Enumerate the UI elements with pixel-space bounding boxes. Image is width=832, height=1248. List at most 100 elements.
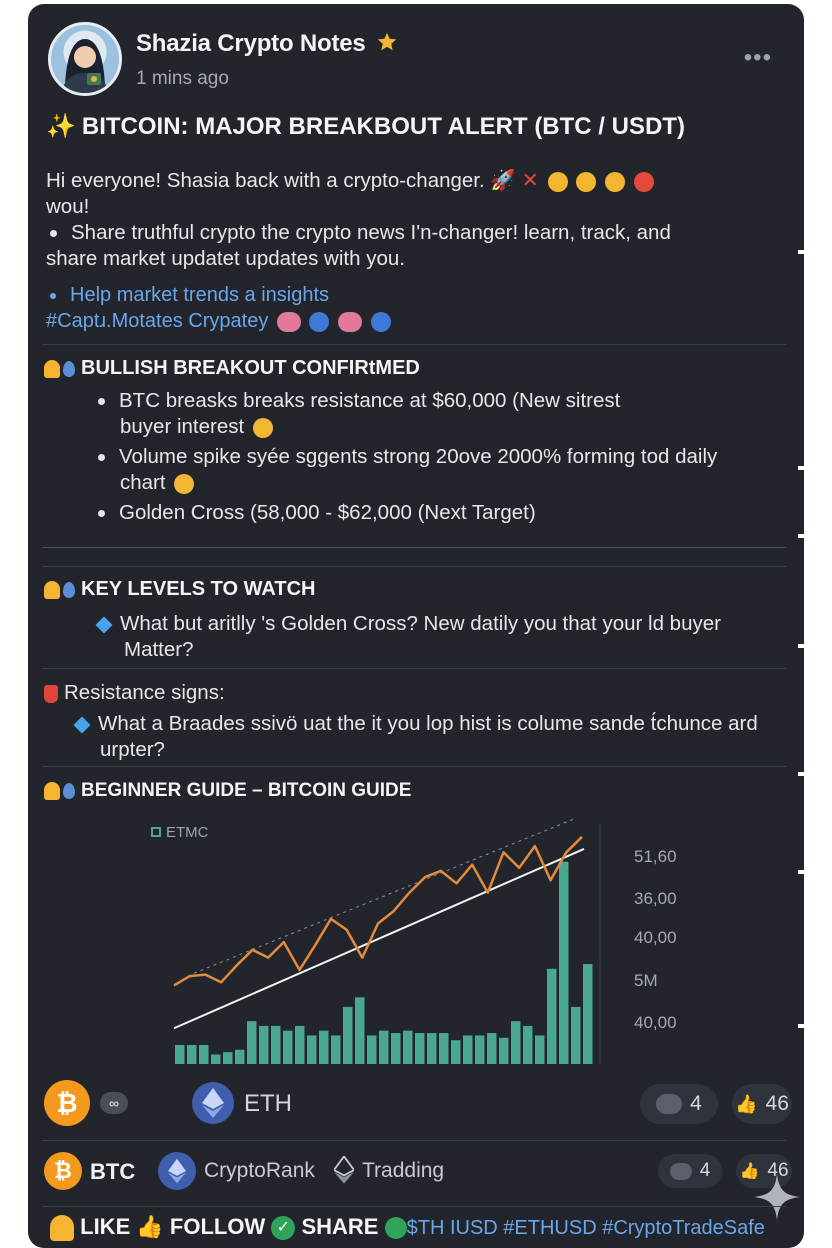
question-text: Matter?	[124, 638, 194, 661]
volume-bar	[355, 997, 365, 1064]
like-action[interactable]: LIKE	[80, 1214, 130, 1239]
list-item: BTC breasks breaks resistance at $60,000…	[98, 388, 778, 414]
guide-heading: BEGINNER GUIDE – BITCOIN GUIDE	[44, 780, 411, 802]
volume-bar	[511, 1021, 521, 1064]
trading-label[interactable]: Tradding	[362, 1159, 444, 1183]
edge-mark	[798, 466, 806, 470]
volume-bar	[199, 1044, 209, 1064]
volume-bar	[463, 1035, 473, 1064]
volume-bar	[583, 964, 593, 1064]
more-options-icon[interactable]: •••	[744, 44, 772, 72]
price-chart: ETMC 51,60 36,00 40,00 5M 40,00	[151, 818, 677, 1064]
comment-button[interactable]: 4	[658, 1154, 722, 1188]
bitcoin-icon[interactable]: ₿	[44, 1152, 82, 1190]
drop-icon	[63, 782, 75, 799]
comment-icon	[669, 1162, 692, 1180]
post-timestamp: 1 mins ago	[136, 68, 229, 89]
question-text: What but aritlly 's Golden Cross? New da…	[120, 612, 721, 635]
cryptorank-label[interactable]: CryptoRank	[204, 1159, 315, 1183]
divider	[42, 1206, 786, 1207]
author-avatar[interactable]	[48, 22, 122, 96]
divider	[42, 668, 786, 669]
bell-icon	[44, 781, 60, 800]
author-name[interactable]: Shazia Crypto Notes	[136, 30, 398, 58]
edge-mark	[798, 534, 806, 538]
volume-bar	[439, 1033, 449, 1064]
check-icon: ✓	[271, 1216, 296, 1241]
ethereum-icon[interactable]	[158, 1152, 196, 1190]
intro-line-1: Hi everyone! Shasia back with a crypto-c…	[46, 168, 786, 194]
author-name-text[interactable]: Shazia Crypto Notes	[136, 30, 366, 57]
list-item-text: buyer interest	[120, 415, 245, 438]
volume-bar	[175, 1044, 185, 1064]
intro-line-3-text: Share truthful crypto the crypto news I'…	[71, 221, 671, 244]
volume-bar	[211, 1054, 221, 1064]
intro-line-3: Share truthful crypto the crypto news I'…	[46, 220, 786, 246]
ethereum-icon[interactable]	[192, 1082, 234, 1124]
key-levels-heading: KEY LEVELS TO WATCH	[44, 578, 315, 601]
resistance-heading-text: Resistance signs:	[64, 681, 225, 704]
rocket-icon: 🚀	[490, 169, 516, 192]
edge-mark	[798, 1024, 806, 1028]
bitcoin-icon[interactable]: ₿	[44, 1080, 90, 1126]
bell-icon	[44, 359, 60, 378]
bullet-icon	[50, 230, 57, 238]
help-link[interactable]: Help market trends a insights	[50, 284, 329, 307]
post-title-text: BITCOIN: MAJOR BREAKBOUT ALERT (BTC / US…	[81, 113, 685, 140]
bell-icon	[44, 580, 60, 599]
follow-action[interactable]: FOLLOW	[170, 1214, 265, 1239]
btc-label[interactable]: BTC	[90, 1159, 135, 1185]
bullish-list: BTC breasks breaks resistance at $60,000…	[98, 388, 778, 526]
price-line	[173, 835, 583, 987]
list-item: Golden Cross (58,000 - $62,000 (Next Tar…	[98, 500, 778, 526]
volume-bar	[223, 1052, 233, 1064]
intro-line-4: share market updatet updates with you.	[46, 247, 405, 270]
like-count: 46	[765, 1092, 789, 1115]
y-tick-label: 40,00	[634, 928, 677, 947]
list-item-continued: chart	[98, 470, 778, 496]
volume-bar	[427, 1033, 437, 1064]
share-action[interactable]: SHARE	[301, 1214, 378, 1239]
volume-bar	[283, 1030, 293, 1064]
link-icon[interactable]: ∞	[100, 1092, 128, 1114]
key-levels-question: What but aritlly 's Golden Cross? New da…	[95, 611, 778, 663]
list-item-text: BTC breasks breaks resistance at $60,000…	[119, 389, 621, 412]
divider	[42, 344, 786, 345]
diamond-icon	[73, 716, 91, 734]
footer-bar: LIKE 👍 FOLLOW ✓ SHARE $TH IUSD #ETHUSD #…	[50, 1214, 765, 1242]
hashtags-text[interactable]: #Captɹ.Motates Crypatey	[46, 310, 268, 332]
volume-bar	[319, 1030, 329, 1064]
key-levels-heading-text: KEY LEVELS TO WATCH	[81, 578, 316, 600]
volume-bar	[307, 1035, 317, 1064]
comment-icon	[656, 1094, 683, 1114]
legend-label: ETMC	[166, 824, 209, 841]
volume-bar	[535, 1035, 545, 1064]
y-tick-label: 40,00	[634, 1013, 677, 1032]
ethereum-outline-icon	[334, 1156, 354, 1184]
footer-hashtags[interactable]: $TH IUSD #ETHUSD #CryptoTradeSafe	[407, 1217, 765, 1239]
volume-bar	[487, 1033, 497, 1064]
tongue-face-icon	[252, 417, 273, 438]
list-item-continued: buyer interest	[98, 414, 778, 440]
brain-icon	[276, 311, 301, 332]
resistance-question: What a Braades ssivö uat the it you lop …	[73, 711, 786, 763]
sparkles-icon: ✨	[46, 113, 76, 140]
diamond-icon	[95, 616, 113, 634]
comment-button[interactable]: 4	[640, 1084, 718, 1124]
thumbs-up-icon: 👍	[735, 1093, 758, 1114]
volume-bar	[235, 1049, 245, 1064]
edge-mark	[798, 870, 806, 874]
angry-face-icon	[633, 171, 654, 192]
volume-bar	[559, 861, 569, 1064]
volume-bar	[367, 1035, 377, 1064]
volume-bar	[499, 1037, 509, 1064]
hashtag-line[interactable]: #Captɹ.Motates Crypatey	[46, 310, 391, 333]
drop-icon	[63, 581, 75, 598]
verified-star-icon	[377, 32, 397, 51]
help-link-text[interactable]: Help market trends a insights	[70, 284, 329, 306]
list-item: Volume spike syée sggents strong 20ove 2…	[98, 444, 778, 470]
volume-bar	[271, 1025, 281, 1064]
edge-mark	[798, 772, 806, 776]
like-button[interactable]: 👍 46	[732, 1084, 792, 1124]
list-item-text: Volume spike syée sggents strong 20ove 2…	[119, 445, 718, 468]
